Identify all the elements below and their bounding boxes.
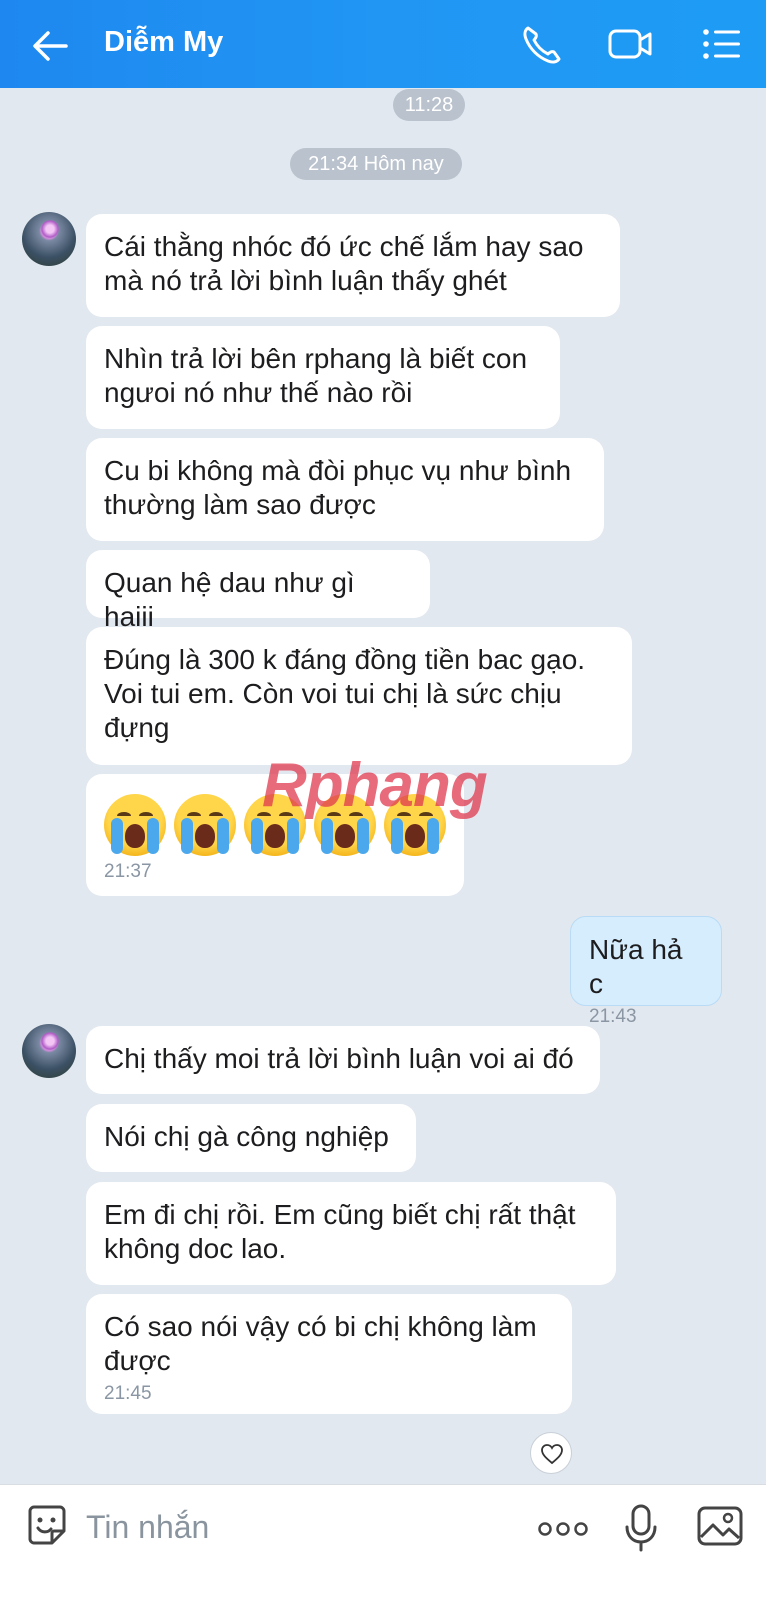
sticker-icon[interactable] [24, 1503, 70, 1549]
video-call-icon[interactable] [606, 22, 654, 66]
message-text: Cái thằng nhóc đó ức chế lắm hay sao mà … [104, 231, 584, 296]
message-text: Đúng là 300 k đáng đồng tiền bac gạo. Vo… [104, 644, 586, 743]
message-bubble[interactable]: Nói chị gà công nghiệp [86, 1104, 416, 1172]
avatar[interactable] [22, 212, 76, 266]
crying-face-icon [174, 794, 236, 856]
message-bubble[interactable]: Cái thằng nhóc đó ức chế lắm hay sao mà … [86, 214, 620, 317]
day-separator: 21:34 Hôm nay [290, 148, 462, 180]
message-bubble[interactable]: Quan hệ dau như gì haiii [86, 550, 430, 632]
message-text: Nhìn trả lời bên rphang là biết con ngưo… [104, 343, 528, 408]
image-gallery-icon[interactable] [696, 1503, 744, 1549]
avatar[interactable] [22, 1024, 76, 1078]
microphone-icon[interactable] [624, 1503, 658, 1553]
message-text: Nữa hả c [589, 934, 683, 999]
message-text: Quan hệ dau như gì haiii [104, 567, 355, 632]
message-time: 21:37 [104, 861, 152, 882]
message-text: Chị thấy moi trả lời bình luận voi ai đó [104, 1043, 574, 1074]
message-time: 21:43 [589, 1006, 637, 1027]
message-bubble[interactable]: Em đi chị rồi. Em cũng biết chị rất thật… [86, 1182, 616, 1285]
message-bubble[interactable]: Chị thấy moi trả lời bình luận voi ai đó [86, 1026, 600, 1094]
chat-header: Diễm My [0, 0, 766, 88]
my-message-bubble[interactable]: Nữa hả c 21:43 [570, 916, 722, 1027]
more-options-icon[interactable] [538, 1519, 588, 1539]
message-time: 21:45 [104, 1383, 152, 1404]
watermark-logo: Rphang [262, 751, 488, 820]
react-heart-button[interactable] [530, 1432, 572, 1474]
heart-icon [541, 1444, 563, 1465]
message-bubble[interactable]: Nhìn trả lời bên rphang là biết con ngưo… [86, 326, 560, 429]
message-input[interactable]: Tin nhắn [86, 1509, 209, 1546]
message-composer: Tin nhắn [0, 1484, 766, 1600]
message-text: Có sao nói vậy có bi chị không làm được [104, 1311, 537, 1376]
message-text: Cu bi không mà đòi phục vụ như bình thườ… [104, 455, 572, 520]
message-bubble[interactable]: Đúng là 300 k đáng đồng tiền bac gạo. Vo… [86, 627, 632, 765]
menu-list-icon[interactable] [700, 22, 748, 66]
back-arrow-icon[interactable] [28, 24, 72, 68]
message-bubble[interactable]: Có sao nói vậy có bi chị không làm được … [86, 1294, 572, 1414]
contact-name[interactable]: Diễm My [104, 26, 223, 59]
message-bubble[interactable]: Cu bi không mà đòi phục vụ như bình thườ… [86, 438, 604, 541]
time-chip: 11:28 [393, 89, 465, 121]
message-text: Em đi chị rồi. Em cũng biết chị rất thật… [104, 1199, 576, 1264]
crying-face-icon [104, 794, 166, 856]
phone-call-icon[interactable] [518, 22, 566, 66]
message-text: Nói chị gà công nghiệp [104, 1121, 389, 1152]
